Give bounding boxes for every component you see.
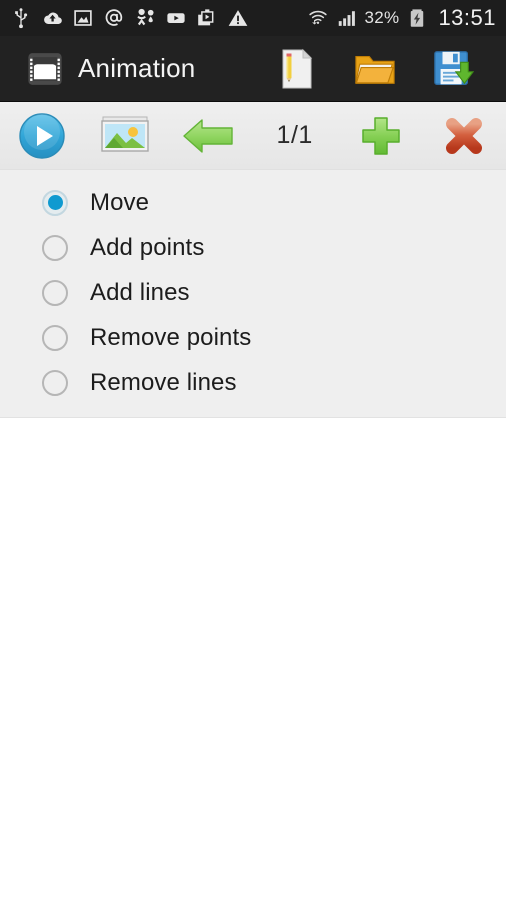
radio-button-add-lines[interactable]: [42, 279, 68, 306]
battery-percent-label: 32%: [364, 8, 400, 27]
cloud-upload-icon: [44, 12, 62, 24]
status-bar-clock: 13:51: [438, 5, 496, 30]
tool-mode-label: Add lines: [90, 278, 190, 306]
background-image-button[interactable]: [83, 102, 166, 170]
title-bar-actions: [276, 45, 496, 93]
floppy-save-icon: [434, 50, 474, 85]
usb-icon: [15, 8, 28, 29]
cellular-signal-icon: [338, 11, 355, 26]
new-document-button[interactable]: [276, 45, 318, 93]
tool-mode-label: Remove points: [90, 323, 252, 351]
plus-icon: [362, 116, 400, 155]
tool-mode-label: Move: [90, 188, 150, 216]
tool-mode-add-points[interactable]: Add points: [0, 225, 506, 270]
arrow-left-icon: [183, 118, 234, 153]
film-strip-icon: [28, 52, 62, 85]
save-button[interactable]: [432, 45, 474, 93]
tool-mode-remove-lines[interactable]: Remove lines: [0, 360, 506, 405]
previous-frame-button[interactable]: [167, 102, 250, 170]
add-frame-button[interactable]: [339, 102, 422, 170]
frame-counter: 1/1: [250, 102, 339, 170]
page-title: Animation: [78, 53, 196, 83]
document-pencil-icon: [282, 48, 313, 88]
status-bar-notification-icons: [10, 7, 249, 29]
tool-mode-label: Add points: [90, 233, 205, 261]
wifi-icon: [308, 10, 327, 25]
screenshot-icon: [74, 10, 92, 26]
radio-button-remove-lines[interactable]: [42, 369, 68, 396]
radio-button-remove-points[interactable]: [42, 324, 68, 351]
title-bar: Animation: [0, 36, 506, 102]
status-bar: 32% 13:51: [0, 0, 506, 36]
battery-charging-icon: [411, 9, 424, 27]
frame-counter-label: 1/1: [276, 121, 313, 149]
animation-canvas[interactable]: [0, 418, 506, 900]
tool-mode-add-lines[interactable]: Add lines: [0, 270, 506, 315]
at-mention-icon: [105, 9, 123, 26]
close-x-icon: [446, 117, 483, 154]
frame-toolbar: 1/1: [0, 102, 506, 170]
app-screen: 32% 13:51 Animation 1/1 Move Add points …: [0, 0, 506, 900]
open-folder-button[interactable]: [354, 45, 396, 93]
tool-mode-remove-points[interactable]: Remove points: [0, 315, 506, 360]
radio-button-move[interactable]: [42, 189, 68, 216]
play-button[interactable]: [0, 102, 83, 170]
delete-frame-button[interactable]: [423, 102, 506, 170]
radio-button-add-points[interactable]: [42, 234, 68, 261]
odnoklassniki-icon: [137, 8, 154, 26]
status-bar-system-icons: 32% 13:51: [307, 5, 499, 31]
youtube-icon: [167, 13, 185, 23]
folder-open-icon: [355, 55, 395, 84]
tool-mode-label: Remove lines: [90, 368, 237, 396]
tool-mode-move[interactable]: Move: [0, 180, 506, 225]
play-store-icon: [198, 9, 214, 26]
warning-icon: [228, 10, 248, 26]
play-circle-icon: [18, 112, 65, 159]
picture-icon: [101, 116, 149, 152]
tool-mode-list: Move Add points Add lines Remove points …: [0, 170, 506, 418]
